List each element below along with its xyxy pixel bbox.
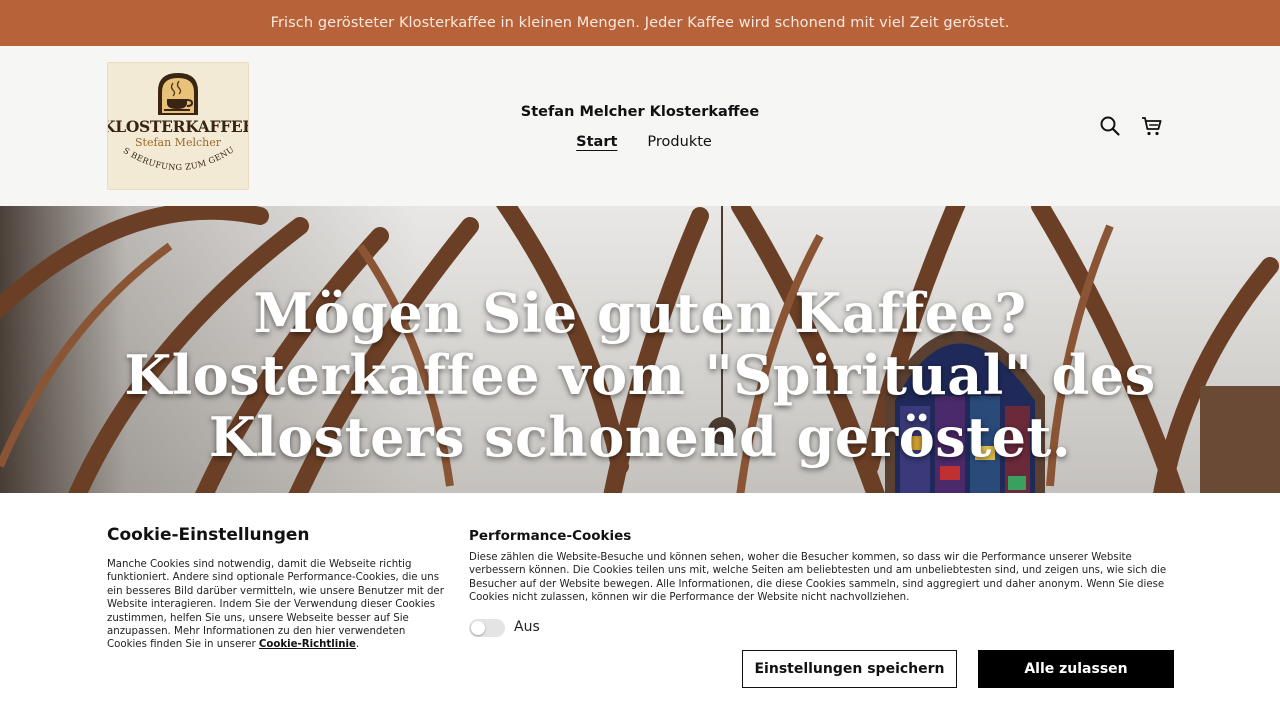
site-title[interactable]: Stefan Melcher Klosterkaffee bbox=[0, 104, 1280, 120]
cart-icon bbox=[1142, 117, 1162, 136]
logo-title: KLOSTERKAFFEE bbox=[107, 117, 249, 136]
performance-cookies-title: Performance-Cookies bbox=[469, 528, 632, 544]
announcement-bar: Frisch gerösteter Klosterkaffee in klein… bbox=[0, 0, 1280, 46]
save-settings-button[interactable]: Einstellungen speichern bbox=[742, 650, 957, 688]
performance-cookies-toggle[interactable] bbox=[469, 619, 505, 637]
main-navigation: Start Produkte bbox=[0, 134, 1280, 150]
site-header: KLOSTERKAFFEE Stefan Melcher AUS BERUFUN… bbox=[0, 46, 1280, 206]
cookie-text-end: . bbox=[355, 639, 360, 651]
search-button[interactable] bbox=[1098, 114, 1122, 138]
nav-item-produkte[interactable]: Produkte bbox=[639, 134, 711, 150]
cookie-policy-link[interactable]: Cookie-Richtlinie bbox=[259, 639, 356, 650]
search-icon bbox=[1100, 116, 1120, 136]
toggle-status-label: Aus bbox=[514, 619, 540, 635]
logo-tagline: AUS BERUFUNG ZUM GENUSS bbox=[108, 146, 236, 172]
cart-button[interactable] bbox=[1140, 114, 1164, 138]
hero-heading: Mögen Sie guten Kaffee? Klosterkaffee vo… bbox=[124, 281, 1156, 469]
brand-logo[interactable]: KLOSTERKAFFEE Stefan Melcher AUS BERUFUN… bbox=[107, 62, 249, 190]
performance-cookies-description: Diese zählen die Website-Besuche und kön… bbox=[469, 552, 1167, 604]
allow-all-button[interactable]: Alle zulassen bbox=[978, 650, 1174, 688]
announcement-text: Frisch gerösteter Klosterkaffee in klein… bbox=[270, 15, 1010, 31]
cookie-banner-title: Cookie-Einstellungen bbox=[107, 525, 310, 545]
cookie-banner-text: Manche Cookies sind notwendig, damit die… bbox=[107, 559, 444, 651]
toggle-knob bbox=[471, 621, 485, 635]
cookie-banner-description: Manche Cookies sind notwendig, damit die… bbox=[107, 558, 447, 652]
nav-item-start[interactable]: Start bbox=[568, 134, 617, 150]
cookie-banner: Cookie-Einstellungen Manche Cookies sind… bbox=[0, 493, 1280, 720]
